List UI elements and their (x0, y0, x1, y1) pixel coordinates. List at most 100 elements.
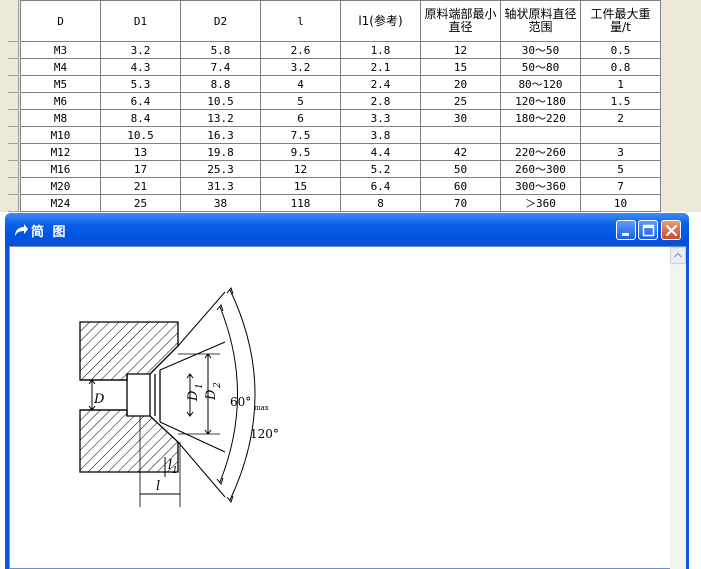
table-cell[interactable]: 3 (580, 143, 661, 161)
table-cell[interactable]: 5 (580, 160, 661, 178)
table-cell[interactable]: M6 (20, 92, 101, 110)
table-cell[interactable]: 15 (260, 177, 341, 195)
table-cell[interactable]: 120～180 (500, 92, 581, 110)
scroll-up-button[interactable] (670, 247, 686, 264)
table-cell[interactable]: 19.8 (180, 143, 261, 161)
table-cell[interactable]: 10.5 (100, 126, 181, 144)
table-cell[interactable]: 8 (340, 194, 421, 212)
row-selector[interactable] (8, 195, 19, 212)
minimize-button[interactable] (616, 220, 636, 240)
table-cell[interactable]: M8 (20, 109, 101, 127)
table-cell[interactable]: M10 (20, 126, 101, 144)
table-cell[interactable]: 180～220 (500, 109, 581, 127)
table-cell[interactable]: 7.5 (260, 126, 341, 144)
table-cell[interactable]: 7 (580, 177, 661, 195)
table-cell[interactable]: 3.3 (340, 109, 421, 127)
table-cell[interactable]: 4.4 (340, 143, 421, 161)
close-button[interactable] (661, 220, 681, 240)
window-titlebar[interactable]: 简 图 (5, 213, 689, 246)
table-cell[interactable]: 70 (420, 194, 501, 212)
row-selector[interactable] (8, 110, 19, 127)
table-cell[interactable]: 6 (260, 109, 341, 127)
table-cell[interactable]: 0.5 (580, 41, 661, 59)
table-cell[interactable]: 6.4 (340, 177, 421, 195)
row-selector[interactable] (8, 178, 19, 195)
table-cell[interactable]: 3.2 (100, 41, 181, 59)
table-cell[interactable]: ＞360 (500, 194, 581, 212)
table-cell[interactable]: M5 (20, 75, 101, 93)
table-cell[interactable]: 118 (260, 194, 341, 212)
table-cell[interactable]: 15 (420, 58, 501, 76)
table-cell[interactable]: M24 (20, 194, 101, 212)
table-cell[interactable]: 3.2 (260, 58, 341, 76)
table-cell[interactable]: M20 (20, 177, 101, 195)
table-cell[interactable]: 2.4 (340, 75, 421, 93)
table-cell[interactable]: 17 (100, 160, 181, 178)
table-cell[interactable]: 2.6 (260, 41, 341, 59)
column-header-l1[interactable]: l1(参考) (340, 0, 421, 42)
table-cell[interactable]: 20 (420, 75, 501, 93)
row-selector[interactable] (8, 127, 19, 144)
row-selector[interactable] (8, 76, 19, 93)
row-selector[interactable] (8, 144, 19, 161)
table-cell[interactable]: M3 (20, 41, 101, 59)
column-header-min-end-diameter[interactable]: 原料端部最小直径 (420, 0, 501, 42)
table-cell[interactable]: 13 (100, 143, 181, 161)
table-cell[interactable]: 25.3 (180, 160, 261, 178)
table-cell[interactable]: 2.1 (340, 58, 421, 76)
table-cell[interactable]: 4.3 (100, 58, 181, 76)
row-selector[interactable] (8, 42, 19, 59)
table-cell[interactable]: 13.2 (180, 109, 261, 127)
table-cell[interactable]: 25 (420, 92, 501, 110)
table-cell[interactable]: 5.8 (180, 41, 261, 59)
table-cell[interactable]: 2 (580, 109, 661, 127)
table-cell[interactable]: 12 (420, 41, 501, 59)
table-cell[interactable]: 60 (420, 177, 501, 195)
column-header-d[interactable]: D (20, 0, 101, 42)
table-cell[interactable]: 8.4 (100, 109, 181, 127)
table-cell[interactable]: 50 (420, 160, 501, 178)
column-header-d2[interactable]: D2 (180, 0, 261, 42)
table-cell[interactable]: 10.5 (180, 92, 261, 110)
table-cell[interactable]: 3.8 (340, 126, 421, 144)
vertical-scrollbar[interactable] (670, 247, 686, 569)
table-cell[interactable]: 38 (180, 194, 261, 212)
table-cell[interactable]: 5 (260, 92, 341, 110)
table-cell[interactable]: 30 (420, 109, 501, 127)
table-cell[interactable]: 2.8 (340, 92, 421, 110)
table-cell[interactable]: 8.8 (180, 75, 261, 93)
table-cell[interactable]: M16 (20, 160, 101, 178)
table-cell[interactable]: M12 (20, 143, 101, 161)
column-header-d1[interactable]: D1 (100, 0, 181, 42)
table-cell[interactable]: 50～80 (500, 58, 581, 76)
maximize-button[interactable] (638, 220, 658, 240)
table-cell[interactable]: 260～300 (500, 160, 581, 178)
table-cell[interactable]: 4 (260, 75, 341, 93)
table-cell[interactable]: 1.8 (340, 41, 421, 59)
table-cell[interactable] (420, 126, 501, 144)
column-header-max-weight[interactable]: 工件最大重量/t (580, 0, 661, 42)
table-cell[interactable]: 80～120 (500, 75, 581, 93)
row-selector-header[interactable] (8, 0, 19, 42)
table-cell[interactable]: 0.8 (580, 58, 661, 76)
table-cell[interactable]: 12 (260, 160, 341, 178)
table-cell[interactable]: 1.5 (580, 92, 661, 110)
table-cell[interactable]: 16.3 (180, 126, 261, 144)
table-cell[interactable]: 5.3 (100, 75, 181, 93)
row-selector[interactable] (8, 59, 19, 76)
table-cell[interactable] (580, 126, 661, 144)
table-cell[interactable]: 21 (100, 177, 181, 195)
column-header-l[interactable]: l (260, 0, 341, 42)
row-selector[interactable] (8, 161, 19, 178)
table-cell[interactable]: 6.4 (100, 92, 181, 110)
table-cell[interactable]: 42 (420, 143, 501, 161)
table-cell[interactable]: 220～260 (500, 143, 581, 161)
table-cell[interactable] (500, 126, 581, 144)
table-cell[interactable]: 7.4 (180, 58, 261, 76)
table-cell[interactable]: M4 (20, 58, 101, 76)
table-cell[interactable]: 31.3 (180, 177, 261, 195)
table-cell[interactable]: 10 (580, 194, 661, 212)
table-cell[interactable]: 5.2 (340, 160, 421, 178)
column-header-shaft-diameter-range[interactable]: 轴状原料直径范围 (500, 0, 581, 42)
table-cell[interactable]: 25 (100, 194, 181, 212)
